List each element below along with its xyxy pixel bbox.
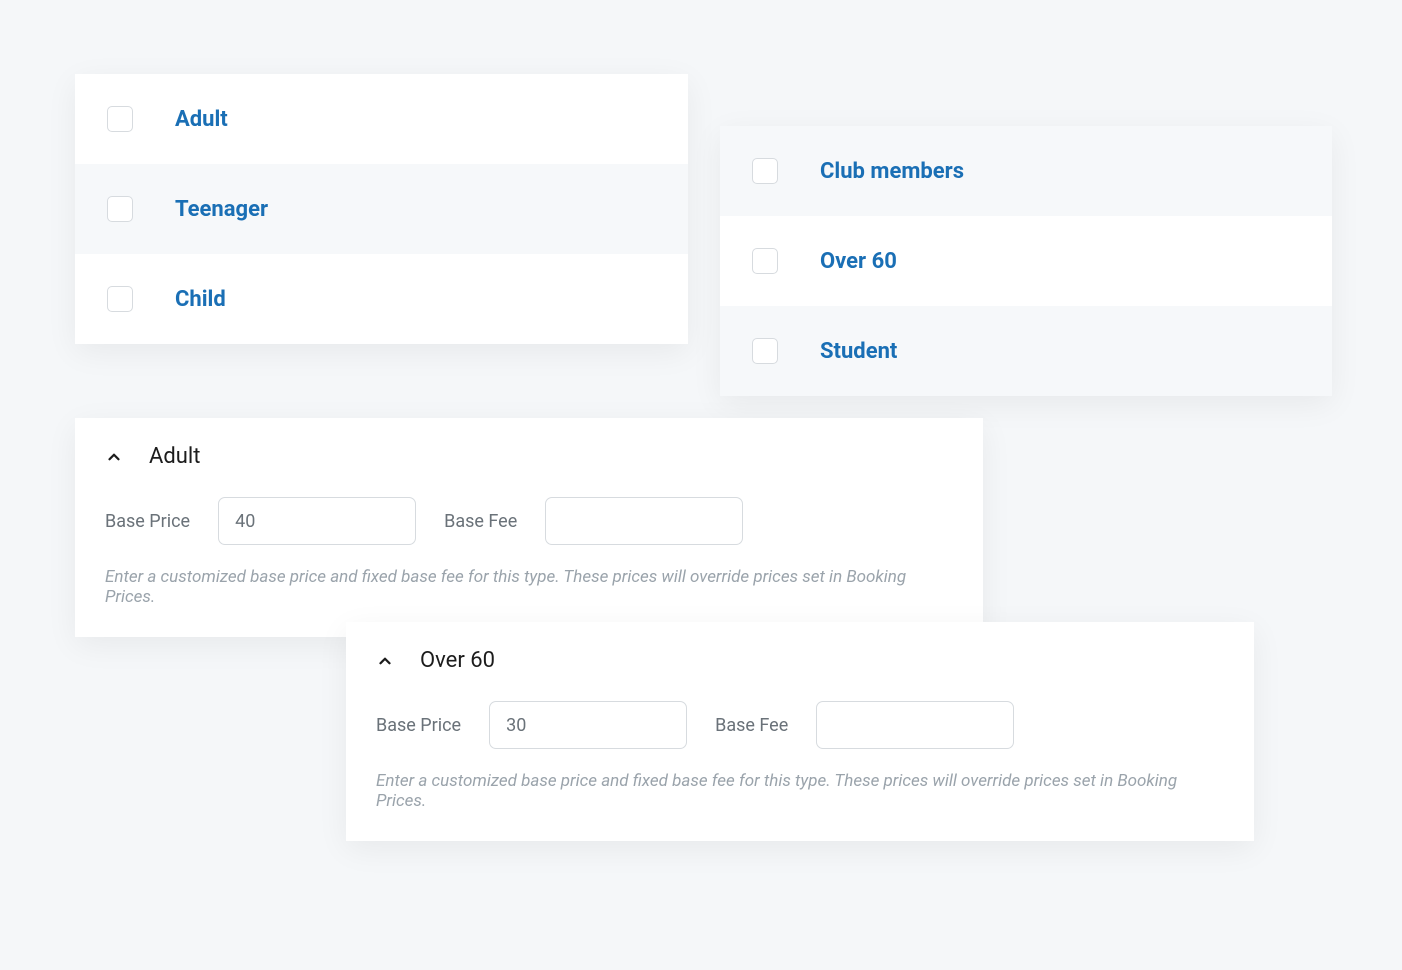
checkbox[interactable] (752, 338, 778, 364)
type-row[interactable]: Student (720, 306, 1332, 396)
type-row[interactable]: Child (75, 254, 688, 344)
type-label[interactable]: Over 60 (820, 249, 897, 274)
base-fee-input[interactable] (545, 497, 743, 545)
type-row[interactable]: Adult (75, 74, 688, 164)
price-panel-adult: Adult Base Price Base Fee Enter a custom… (75, 418, 983, 637)
chevron-up-icon[interactable] (376, 652, 394, 670)
type-label[interactable]: Club members (820, 159, 964, 184)
base-fee-label: Base Fee (715, 715, 788, 736)
type-list-left: Adult Teenager Child (75, 74, 688, 344)
type-list-right: Club members Over 60 Student (720, 126, 1332, 396)
base-price-label: Base Price (376, 715, 461, 736)
price-panel-over60: Over 60 Base Price Base Fee Enter a cust… (346, 622, 1254, 841)
type-label[interactable]: Adult (175, 107, 228, 132)
base-price-label: Base Price (105, 511, 190, 532)
panel-header: Adult (105, 444, 953, 469)
type-label[interactable]: Teenager (175, 197, 268, 222)
helper-text: Enter a customized base price and fixed … (376, 771, 1224, 811)
checkbox[interactable] (107, 196, 133, 222)
panel-title: Over 60 (420, 648, 495, 673)
panel-title: Adult (149, 444, 200, 469)
chevron-up-icon[interactable] (105, 448, 123, 466)
fields-row: Base Price Base Fee (105, 497, 953, 545)
type-label[interactable]: Student (820, 339, 897, 364)
base-price-input[interactable] (489, 701, 687, 749)
panel-header: Over 60 (376, 648, 1224, 673)
type-row[interactable]: Club members (720, 126, 1332, 216)
checkbox[interactable] (107, 106, 133, 132)
checkbox[interactable] (752, 158, 778, 184)
fields-row: Base Price Base Fee (376, 701, 1224, 749)
helper-text: Enter a customized base price and fixed … (105, 567, 953, 607)
type-row[interactable]: Over 60 (720, 216, 1332, 306)
checkbox[interactable] (752, 248, 778, 274)
checkbox[interactable] (107, 286, 133, 312)
base-fee-input[interactable] (816, 701, 1014, 749)
base-price-input[interactable] (218, 497, 416, 545)
base-fee-label: Base Fee (444, 511, 517, 532)
type-label[interactable]: Child (175, 287, 226, 312)
type-row[interactable]: Teenager (75, 164, 688, 254)
